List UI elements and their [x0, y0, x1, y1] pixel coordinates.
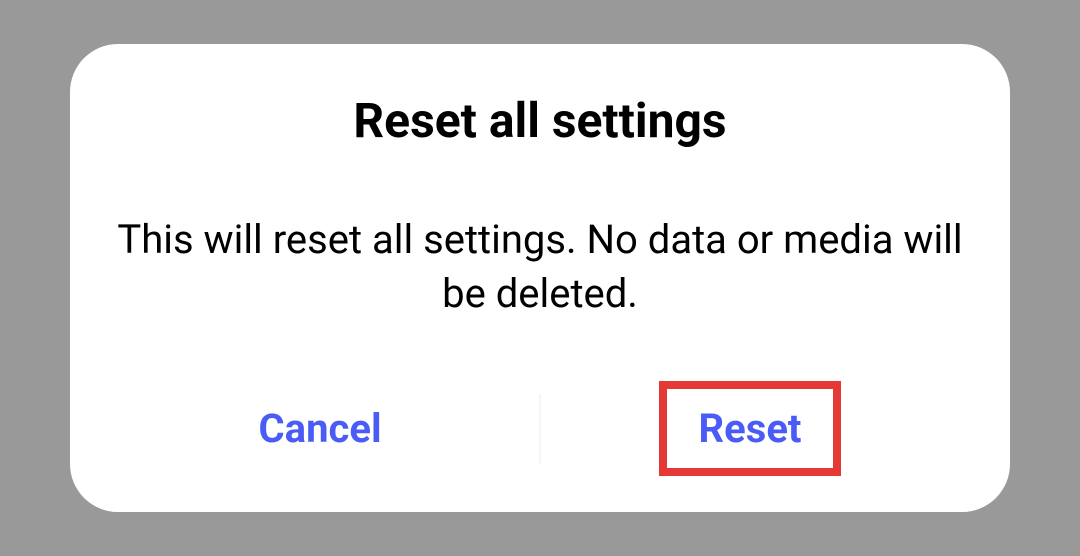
button-divider [540, 394, 541, 464]
reset-button[interactable]: Reset [679, 393, 822, 464]
reset-settings-dialog: Reset all settings This will reset all s… [70, 44, 1010, 512]
dialog-actions: Cancel Reset [110, 381, 970, 476]
dialog-message: This will reset all settings. No data or… [110, 213, 970, 321]
cancel-button[interactable]: Cancel [239, 393, 402, 464]
reset-button-highlight: Reset [659, 381, 842, 476]
dialog-title: Reset all settings [353, 92, 726, 149]
